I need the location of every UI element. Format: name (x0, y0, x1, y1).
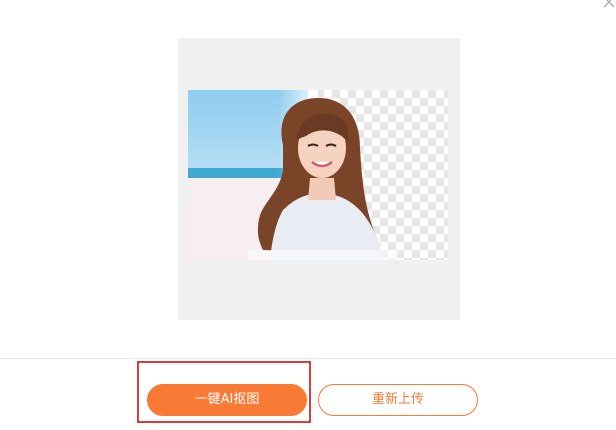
image-preview-panel (178, 38, 460, 320)
ai-cutout-button[interactable]: 一键AI抠图 (147, 384, 307, 416)
cutout-dialog: 一键AI抠图 重新上传 (0, 0, 616, 430)
portrait-photo (188, 90, 448, 260)
close-icon[interactable] (602, 0, 616, 8)
reupload-button[interactable]: 重新上传 (318, 384, 478, 416)
